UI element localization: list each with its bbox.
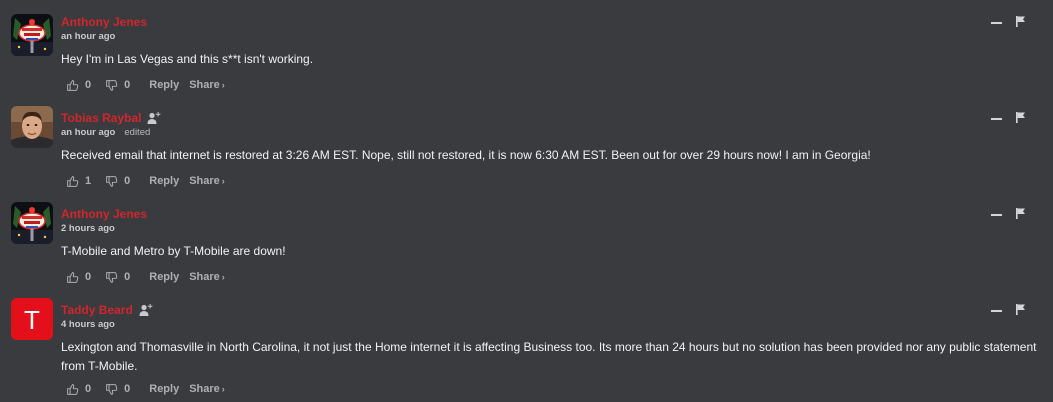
- thumbs-down-icon: [106, 79, 118, 91]
- comment-meta: an hour ago edited: [61, 127, 150, 138]
- comment-meta: 2 hours ago: [61, 223, 115, 234]
- share-label: Share: [189, 383, 220, 395]
- avatar[interactable]: [11, 106, 53, 148]
- reply-button[interactable]: Reply: [149, 271, 179, 283]
- comment-text: Lexington and Thomasville in North Carol…: [61, 340, 1037, 373]
- upvote-count: 0: [85, 79, 92, 91]
- upvote-count: 0: [85, 271, 92, 283]
- downvote-button[interactable]: 0: [105, 79, 130, 92]
- share-button[interactable]: Share ›: [189, 79, 225, 91]
- collapse-icon[interactable]: [991, 309, 1002, 312]
- timestamp[interactable]: 2 hours ago: [61, 223, 115, 234]
- upvote-button[interactable]: 0: [66, 79, 91, 92]
- downvote-button[interactable]: 0: [105, 271, 130, 284]
- share-button[interactable]: Share ›: [189, 175, 225, 187]
- comment-controls: [991, 304, 1025, 315]
- comment: Anthony Jenes 2 hours ago T-Mobile and M…: [0, 202, 1053, 286]
- comment-controls: [991, 16, 1025, 27]
- upvote-count: 1: [85, 175, 92, 187]
- comment-controls: [991, 112, 1025, 123]
- collapse-icon[interactable]: [991, 117, 1002, 120]
- thumbs-up-icon: [67, 383, 79, 395]
- reply-button[interactable]: Reply: [149, 175, 179, 187]
- upvote-button[interactable]: 0: [66, 383, 91, 396]
- username-link[interactable]: Taddy Beard: [61, 303, 133, 317]
- downvote-button[interactable]: 0: [105, 383, 130, 396]
- add-user-icon[interactable]: [147, 111, 161, 125]
- flag-icon[interactable]: [1016, 112, 1025, 123]
- flag-icon[interactable]: [1016, 16, 1025, 27]
- comment: T Taddy Beard 4 hours ago Lexington and …: [0, 298, 1053, 402]
- avatar[interactable]: [11, 14, 53, 56]
- edited-label: edited: [124, 127, 151, 138]
- avatar[interactable]: [11, 202, 53, 244]
- reply-button[interactable]: Reply: [149, 383, 179, 395]
- comment-actions: 0 0 Reply Share ›: [66, 382, 225, 396]
- share-label: Share: [189, 79, 220, 91]
- comment-thread: Anthony Jenes an hour ago Hey I'm in Las…: [0, 0, 1053, 402]
- downvote-count: 0: [124, 79, 131, 91]
- thumbs-up-icon: [67, 271, 79, 283]
- username-row: Taddy Beard: [61, 302, 153, 318]
- comment-meta: an hour ago: [61, 31, 115, 42]
- username-link[interactable]: Anthony Jenes: [61, 15, 147, 29]
- comment: Tobias Raybal an hour ago edited Received…: [0, 106, 1053, 190]
- comment-actions: 0 0 Reply Share ›: [66, 270, 225, 284]
- timestamp[interactable]: 4 hours ago: [61, 319, 115, 330]
- flag-icon[interactable]: [1016, 304, 1025, 315]
- downvote-button[interactable]: 0: [105, 175, 130, 188]
- las-vegas-sign-icon: [11, 202, 53, 244]
- thumbs-up-icon: [67, 79, 79, 91]
- comment-text: T-Mobile and Metro by T-Mobile are down!: [61, 244, 286, 258]
- share-label: Share: [189, 271, 220, 283]
- collapse-icon[interactable]: [991, 213, 1002, 216]
- flag-icon[interactable]: [1016, 208, 1025, 219]
- avatar-letter: T: [24, 305, 40, 335]
- comment-controls: [991, 208, 1025, 219]
- downvote-count: 0: [124, 271, 131, 283]
- comment-actions: 1 0 Reply Share ›: [66, 174, 225, 188]
- downvote-count: 0: [124, 175, 131, 187]
- comment-meta: 4 hours ago: [61, 319, 115, 330]
- collapse-icon[interactable]: [991, 21, 1002, 24]
- timestamp[interactable]: an hour ago: [61, 127, 115, 138]
- comment: Anthony Jenes an hour ago Hey I'm in Las…: [0, 14, 1053, 94]
- chevron-right-icon: ›: [221, 272, 225, 282]
- username-link[interactable]: Tobias Raybal: [61, 111, 141, 125]
- username-row: Anthony Jenes: [61, 14, 147, 30]
- reply-button[interactable]: Reply: [149, 79, 179, 91]
- downvote-count: 0: [124, 383, 131, 395]
- letter-t-avatar-icon: T: [11, 298, 53, 340]
- username-row: Anthony Jenes: [61, 206, 147, 222]
- thumbs-down-icon: [106, 383, 118, 395]
- timestamp[interactable]: an hour ago: [61, 31, 115, 42]
- thumbs-up-icon: [67, 175, 79, 187]
- comment-text: Hey I'm in Las Vegas and this s**t isn't…: [61, 52, 314, 66]
- chevron-right-icon: ›: [221, 176, 225, 186]
- user-photo-icon: [11, 106, 53, 148]
- upvote-count: 0: [85, 383, 92, 395]
- thumbs-down-icon: [106, 271, 118, 283]
- add-user-icon[interactable]: [139, 303, 153, 317]
- share-label: Share: [189, 175, 220, 187]
- avatar[interactable]: T: [11, 298, 53, 340]
- comment-actions: 0 0 Reply Share ›: [66, 78, 225, 92]
- chevron-right-icon: ›: [221, 80, 225, 90]
- las-vegas-sign-icon: [11, 14, 53, 56]
- chevron-right-icon: ›: [221, 384, 225, 394]
- thumbs-down-icon: [106, 175, 118, 187]
- username-row: Tobias Raybal: [61, 110, 161, 126]
- share-button[interactable]: Share ›: [189, 383, 225, 395]
- username-link[interactable]: Anthony Jenes: [61, 207, 147, 221]
- comment-text: Received email that internet is restored…: [61, 148, 871, 162]
- share-button[interactable]: Share ›: [189, 271, 225, 283]
- upvote-button[interactable]: 1: [66, 175, 91, 188]
- upvote-button[interactable]: 0: [66, 271, 91, 284]
